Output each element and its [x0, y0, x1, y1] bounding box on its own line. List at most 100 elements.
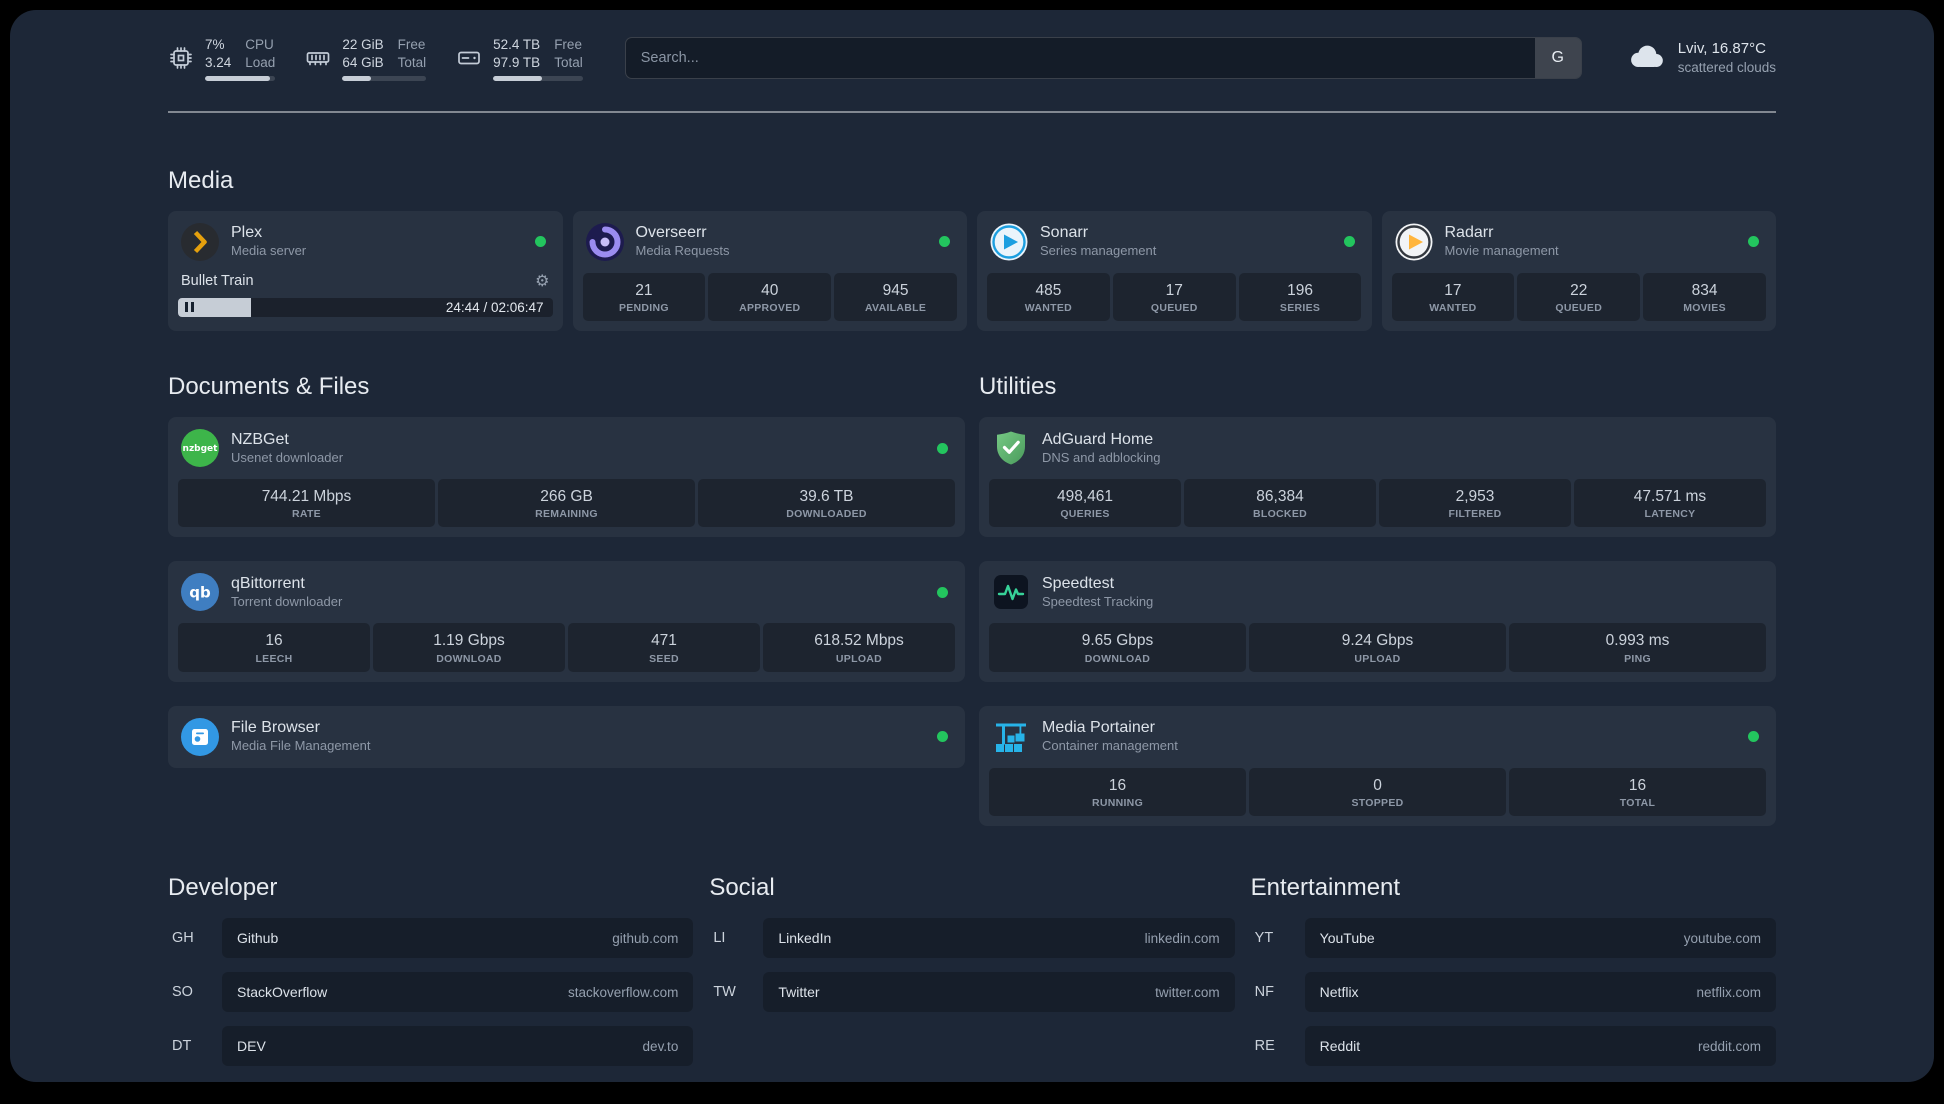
service-card-filebrowser[interactable]: File Browser Media File Management	[168, 705, 965, 768]
bookmark-abbr: TW	[713, 984, 736, 1001]
bookmark-name: StackOverflow	[237, 984, 328, 1001]
stat-block: 744.21 Mbps RATE	[178, 479, 435, 528]
service-card-overseerr[interactable]: Overseerr Media Requests 21 PENDING 40 A…	[572, 210, 967, 331]
bookmark-reddit[interactable]: RE Reddit reddit.com	[1251, 1026, 1776, 1067]
weather-widget[interactable]: Lviv, 16.87°C scattered clouds	[1624, 39, 1776, 78]
bookmark-abbr: RE	[1254, 1038, 1275, 1055]
stat-value: 498,461	[1056, 488, 1114, 505]
weather-location: Lviv, 16.87°C	[1677, 40, 1766, 58]
service-card-adguard[interactable]: AdGuard Home DNS and adblocking 498,461 …	[979, 417, 1776, 538]
stat-label: UPLOAD	[835, 652, 883, 665]
stat-block: 22 QUEUED	[1517, 272, 1641, 321]
service-description: Media Requests	[635, 243, 730, 259]
disk-free-label: Free	[554, 37, 582, 52]
memory-widget: 22 GiB 64 GiB Free Total	[305, 36, 427, 81]
stat-value: 2,953	[1455, 488, 1495, 505]
stat-block: 40 APPROVED	[708, 272, 832, 321]
service-description: DNS and adblocking	[1042, 449, 1161, 465]
search-input[interactable]	[625, 50, 1535, 67]
svg-text:nzbget: nzbget	[183, 444, 219, 454]
search-provider-button[interactable]: G	[1534, 38, 1581, 79]
bookmark-abbr: LI	[713, 930, 726, 947]
bookmark-youtube[interactable]: YT YouTube youtube.com	[1251, 918, 1776, 959]
stat-label: DOWNLOADED	[786, 508, 867, 521]
stat-value: 16	[1628, 776, 1647, 794]
service-card-sonarr[interactable]: Sonarr Series management 485 WANTED 17 Q…	[977, 210, 1372, 331]
memory-total-label: Total	[397, 54, 427, 70]
stat-label: RUNNING	[1091, 797, 1144, 810]
disk-total-value: 97.9 TB	[493, 54, 541, 70]
entertainment-column: Entertainment YT YouTube youtube.com NF …	[1251, 874, 1776, 1080]
memory-progress-fill	[342, 75, 371, 81]
service-card-qbittorrent[interactable]: qb qBittorrent Torrent downloader 16 LEE…	[168, 561, 965, 682]
bookmark-domain: dev.to	[642, 1038, 679, 1054]
service-card-portainer[interactable]: Media Portainer Container management 16 …	[979, 705, 1776, 827]
stat-label: STOPPED	[1351, 797, 1404, 810]
memory-total-value: 64 GiB	[342, 54, 384, 70]
section-title-media: Media	[168, 166, 234, 194]
bookmark-dev[interactable]: DT DEV dev.to	[168, 1026, 694, 1067]
service-name: Plex	[231, 224, 263, 242]
service-card-speedtest[interactable]: Speedtest Speedtest Tracking 9.65 Gbps D…	[979, 561, 1776, 682]
stat-block: 266 GB REMAINING	[438, 479, 695, 528]
cpu-icon	[168, 45, 194, 71]
service-description: Series management	[1040, 243, 1157, 259]
stat-value: 196	[1287, 281, 1313, 299]
stat-block: 86,384 BLOCKED	[1184, 479, 1376, 528]
service-name: Speedtest	[1042, 574, 1115, 592]
developer-column: Developer GH Github github.com SO StackO…	[168, 874, 694, 1080]
service-description: Torrent downloader	[231, 593, 343, 609]
stat-block: 196 SERIES	[1238, 272, 1362, 321]
bookmark-abbr: GH	[172, 930, 194, 947]
stat-value: 834	[1691, 281, 1718, 299]
bookmark-github[interactable]: GH Github github.com	[168, 918, 694, 959]
stat-label: WANTED	[1024, 302, 1073, 314]
service-card-plex[interactable]: Plex Media server Bullet Train ⚙ 24:44 /…	[168, 210, 563, 331]
service-card-radarr[interactable]: Radarr Movie management 17 WANTED 22 QUE…	[1381, 210, 1776, 331]
service-name: File Browser	[231, 719, 320, 737]
bookmark-stackoverflow[interactable]: SO StackOverflow stackoverflow.com	[168, 972, 694, 1013]
stat-label: TOTAL	[1619, 797, 1656, 810]
stat-label: LEECH	[255, 652, 293, 665]
stat-value: 9.24 Gbps	[1341, 632, 1414, 650]
bookmark-domain: linkedin.com	[1144, 930, 1220, 946]
stat-label: MOVIES	[1683, 302, 1726, 314]
gear-icon[interactable]: ⚙	[535, 272, 549, 289]
playback-progress-bar[interactable]: 24:44 / 02:06:47	[178, 297, 553, 317]
cpu-usage-label: CPU	[245, 37, 274, 52]
disk-widget: 52.4 TB 97.9 TB Free Total	[456, 36, 583, 81]
filebrowser-icon	[180, 717, 220, 757]
stat-label: WANTED	[1429, 302, 1477, 314]
service-card-nzbget[interactable]: nzbget NZBGet Usenet downloader 744.21 M…	[168, 417, 965, 538]
stat-value: 485	[1035, 281, 1062, 299]
section-title-documents: Documents & Files	[168, 373, 370, 400]
speedtest-icon	[991, 572, 1031, 612]
memory-free-label: Free	[397, 37, 426, 52]
stat-label: DOWNLOAD	[1084, 652, 1151, 665]
dashboard-page: 7% 3.24 CPU Load 22 GiB 64 GiB Free Tota…	[10, 10, 1934, 1082]
bookmark-name: Reddit	[1319, 1038, 1361, 1055]
search-bar: G	[624, 37, 1582, 80]
pause-icon[interactable]	[185, 302, 194, 313]
bookmark-netflix[interactable]: NF Netflix netflix.com	[1251, 972, 1776, 1013]
bookmark-linkedin[interactable]: LI LinkedIn linkedin.com	[709, 918, 1235, 959]
status-online-dot	[1343, 236, 1355, 248]
service-name: Radarr	[1444, 224, 1494, 242]
stat-value: 86,384	[1256, 488, 1304, 505]
system-resources: 7% 3.24 CPU Load 22 GiB 64 GiB Free Tota…	[168, 36, 583, 81]
cpu-progress-fill	[205, 75, 271, 81]
service-name: qBittorrent	[231, 574, 305, 592]
bookmark-twitter[interactable]: TW Twitter twitter.com	[709, 972, 1235, 1013]
stat-block: 1.19 Gbps DOWNLOAD	[373, 623, 565, 672]
stat-block: 16 TOTAL	[1509, 767, 1766, 817]
stat-label: RATE	[291, 508, 321, 521]
stat-value: 0	[1373, 776, 1382, 794]
stat-block: 618.52 Mbps UPLOAD	[763, 623, 955, 672]
memory-icon	[305, 45, 331, 71]
stat-block: 39.6 TB DOWNLOADED	[698, 479, 955, 528]
stat-block: 21 PENDING	[582, 272, 706, 321]
radarr-icon	[1394, 222, 1434, 262]
stat-label: APPROVED	[739, 302, 801, 314]
disk-icon	[456, 45, 482, 71]
bookmark-domain: twitter.com	[1155, 984, 1220, 1000]
